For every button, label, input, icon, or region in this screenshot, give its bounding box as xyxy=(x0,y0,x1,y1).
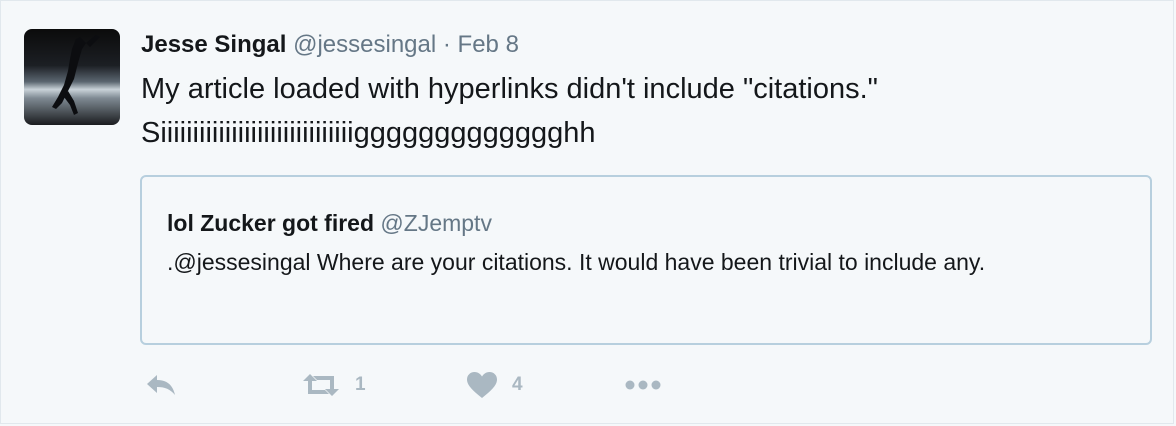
tweet-header: Jesse Singal @jessesingal · Feb 8 xyxy=(141,30,519,60)
avatar[interactable] xyxy=(24,29,120,125)
quoted-tweet[interactable]: lol Zucker got fired @ZJemptv .@jessesin… xyxy=(140,175,1152,345)
retweet-count: 1 xyxy=(355,374,366,395)
like-button[interactable]: 4 xyxy=(466,367,523,403)
more-icon xyxy=(625,380,661,390)
reply-icon xyxy=(147,375,175,395)
tweet-card[interactable]: Jesse Singal @jessesingal · Feb 8 My art… xyxy=(0,0,1174,424)
quoted-author-username: @ZJemptv xyxy=(380,210,492,236)
quoted-author-name: lol Zucker got fired xyxy=(167,210,375,236)
tweet-text-line-1: My article loaded with hyperlinks didn't… xyxy=(141,73,878,105)
heart-icon xyxy=(467,372,497,398)
tweet-text-line-2: Siiiiiiiiiiiiiiiiiiiiiiiiiiiiiiggggggggg… xyxy=(141,117,596,149)
retweet-button[interactable]: 1 xyxy=(301,367,366,403)
tweet-text: My article loaded with hyperlinks didn't… xyxy=(141,67,1141,155)
reply-button[interactable] xyxy=(145,367,177,403)
more-button[interactable] xyxy=(623,367,663,403)
quoted-tweet-text: .@jessesingal Where are your citations. … xyxy=(167,249,986,275)
tweet-timestamp[interactable]: Feb 8 xyxy=(458,31,519,58)
author-name[interactable]: Jesse Singal xyxy=(141,31,286,58)
like-count: 4 xyxy=(512,374,523,395)
avatar-image xyxy=(52,35,100,115)
retweet-icon xyxy=(303,374,339,396)
header-separator: · xyxy=(442,31,451,58)
author-username[interactable]: @jessesingal xyxy=(293,31,436,58)
quoted-tweet-header: lol Zucker got fired @ZJemptv xyxy=(167,209,492,237)
